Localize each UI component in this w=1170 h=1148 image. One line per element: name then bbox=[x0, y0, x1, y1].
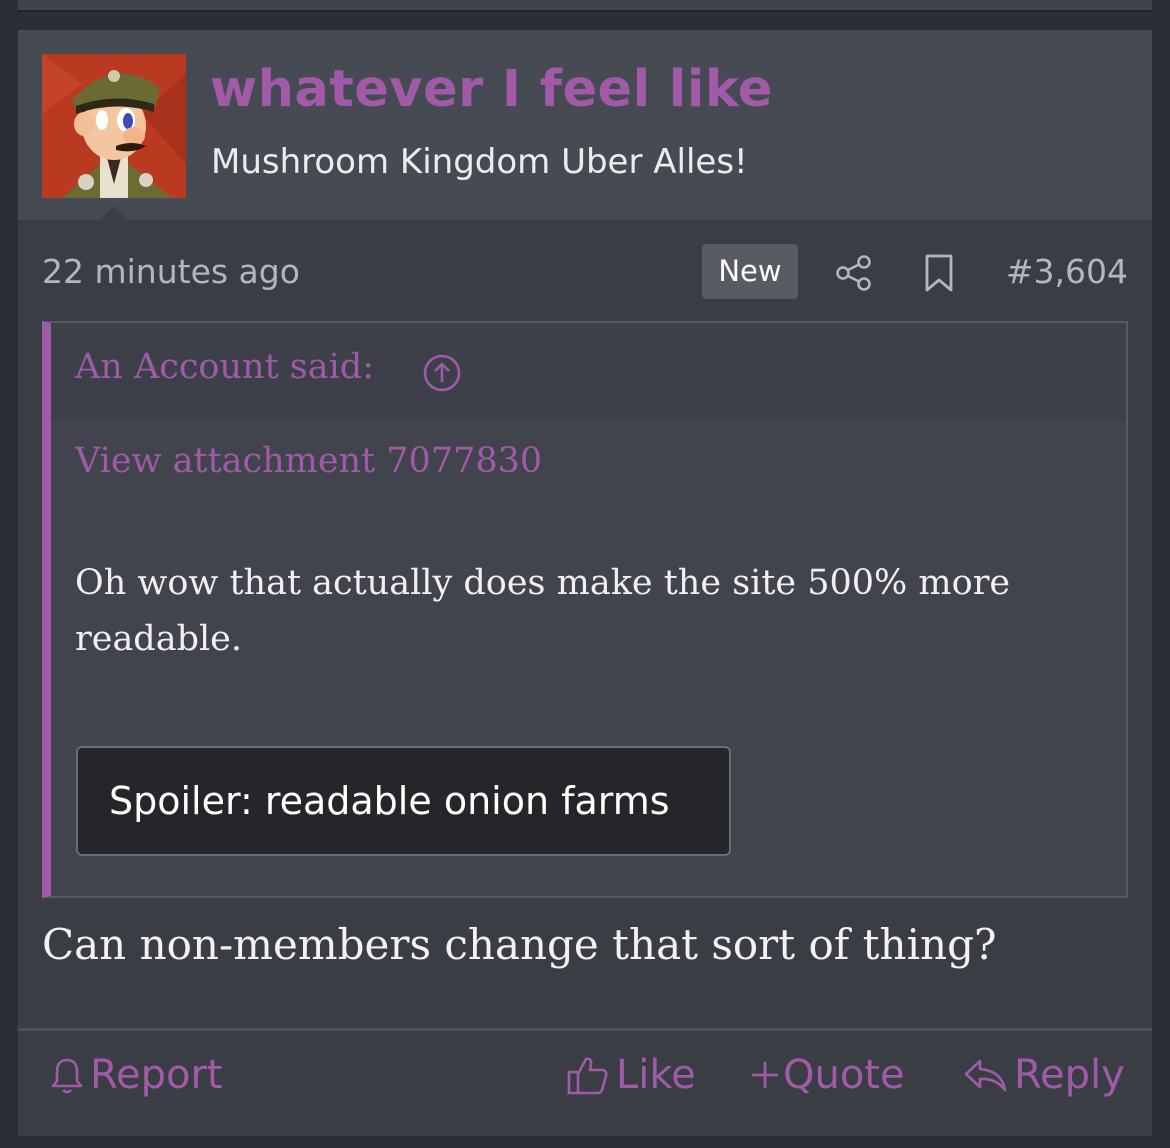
header-pointer bbox=[100, 206, 128, 220]
quote-label: Quote bbox=[783, 1052, 905, 1098]
like-button[interactable]: Like bbox=[566, 1049, 696, 1101]
report-label: Report bbox=[90, 1052, 223, 1098]
bookmark-icon[interactable] bbox=[921, 253, 957, 293]
plus-icon bbox=[752, 1062, 778, 1088]
username-link[interactable]: whatever I feel like bbox=[210, 60, 773, 119]
like-label: Like bbox=[616, 1052, 696, 1098]
post-timestamp[interactable]: 22 minutes ago bbox=[42, 252, 300, 291]
user-title: Mushroom Kingdom Uber Alles! bbox=[211, 142, 748, 182]
new-badge: New bbox=[702, 244, 798, 299]
quote-button[interactable]: Quote bbox=[749, 1049, 905, 1101]
post-meta-row: 22 minutes ago New #3,604 bbox=[18, 242, 1152, 302]
quote-author[interactable]: An Account said: bbox=[75, 347, 374, 387]
quote-text: Oh wow that actually does make the site … bbox=[75, 563, 1011, 659]
previous-post-edge bbox=[18, 0, 1152, 12]
avatar[interactable] bbox=[42, 54, 186, 198]
reply-label: Reply bbox=[1014, 1052, 1125, 1098]
bell-icon bbox=[51, 1058, 83, 1094]
post-body-text: Can non-members change that sort of thin… bbox=[42, 920, 997, 969]
quoted-message: An Account said: View attachment 7077830… bbox=[42, 321, 1128, 898]
share-icon[interactable] bbox=[834, 253, 874, 293]
report-button[interactable]: Report bbox=[50, 1049, 223, 1101]
reply-button[interactable]: Reply bbox=[962, 1049, 1125, 1101]
thumbs-up-icon bbox=[567, 1057, 608, 1095]
reply-arrow-icon bbox=[964, 1059, 1007, 1092]
forum-post: whatever I feel like Mushroom Kingdom Ub… bbox=[18, 30, 1152, 1136]
arrow-up-circle-icon[interactable] bbox=[422, 353, 462, 393]
post-user-header: whatever I feel like Mushroom Kingdom Ub… bbox=[18, 30, 1152, 220]
post-actions-bar: Report Like Quote Reply bbox=[18, 1031, 1152, 1136]
attachment-link[interactable]: View attachment 7077830 bbox=[75, 441, 542, 481]
spoiler-button[interactable]: Spoiler: readable onion farms bbox=[76, 746, 731, 856]
quote-header: An Account said: bbox=[51, 323, 1126, 420]
post-number-link[interactable]: #3,604 bbox=[1006, 252, 1128, 291]
